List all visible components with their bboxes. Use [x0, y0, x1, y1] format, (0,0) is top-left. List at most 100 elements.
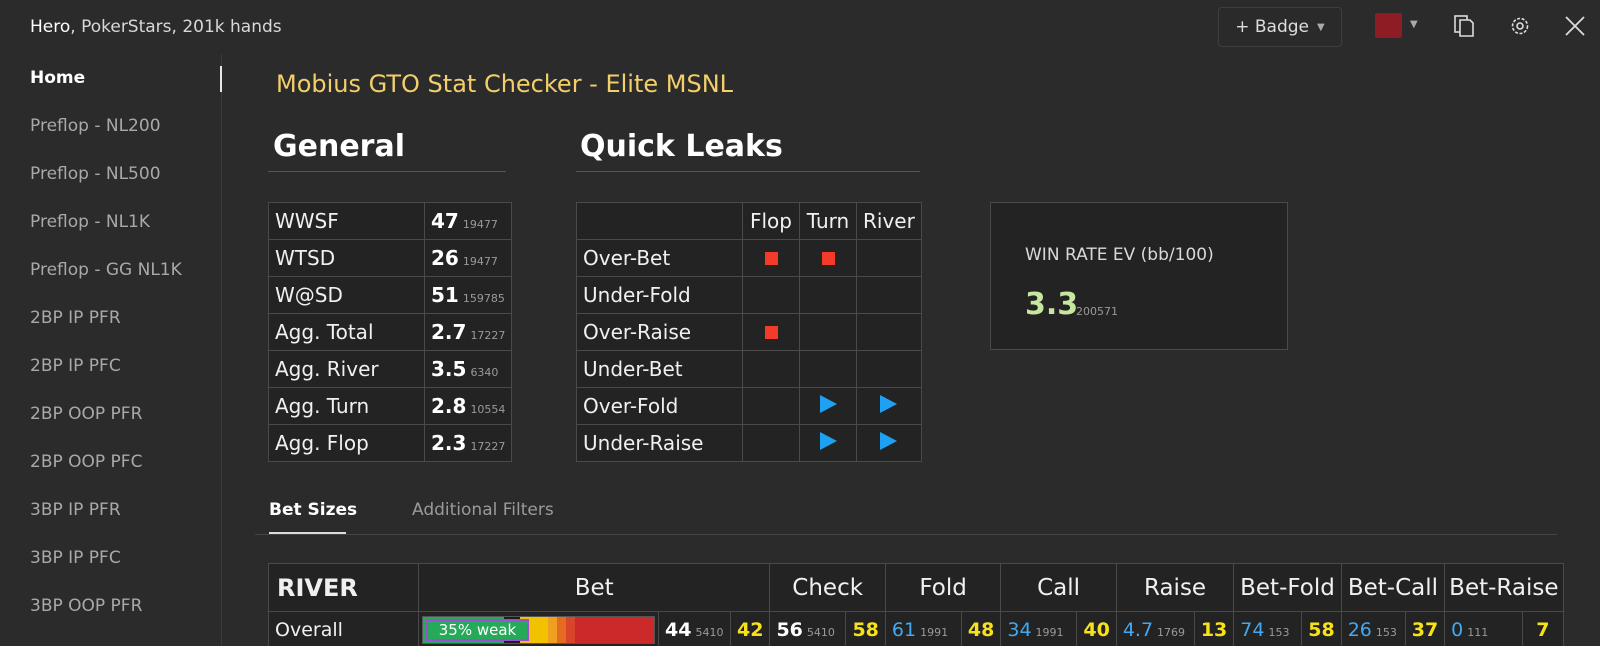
leak-cell [856, 276, 922, 314]
sidebar-item-3bp-ip-pfr[interactable]: 3BP IP PFR [30, 500, 121, 520]
column-header-check: Check [769, 563, 886, 612]
bet-fold-ref-cell: 58 [1301, 611, 1342, 646]
tab-bet-sizes[interactable]: Bet Sizes [269, 500, 357, 520]
tab-additional-filters[interactable]: Additional Filters [412, 500, 554, 520]
bet-call-value: 26 [1347, 618, 1372, 641]
general-heading: General [273, 129, 405, 164]
bet-segment-6 [575, 616, 654, 643]
color-picker-swatch[interactable] [1375, 13, 1402, 38]
stat-count: 17227 [470, 440, 506, 453]
check-count: 5410 [806, 625, 835, 639]
sidebar-item-2bp-ip-pfr[interactable]: 2BP IP PFR [30, 308, 121, 328]
stat-value-cell: 26 19477 [423, 239, 513, 277]
sidebar-item-preflop-nl500[interactable]: Preflop - NL500 [30, 164, 161, 184]
bet-segment-4 [556, 616, 567, 643]
stat-label: Agg. Total [268, 313, 425, 351]
table-row: Agg. Total 2.7 17227 [268, 313, 513, 351]
stat-value: 47 [431, 209, 459, 233]
leak-cell [799, 239, 857, 277]
bet-raise-value: 0 [1451, 618, 1464, 641]
stat-value-cell: 3.5 6340 [423, 350, 513, 388]
leak-label: Under-Fold [576, 276, 743, 314]
table-row: Under-Bet [576, 350, 922, 388]
leak-cell [799, 313, 857, 351]
raise-ref: 13 [1200, 618, 1228, 641]
stat-count: 19477 [462, 218, 498, 231]
stat-value-cell: 2.8 10554 [423, 387, 513, 425]
check-value-cell: 56 5410 [769, 611, 847, 646]
bet-ref-cell: 42 [729, 611, 771, 646]
column-header-call: Call [1000, 563, 1117, 612]
stat-value-cell: 2.7 17227 [423, 313, 513, 351]
table-header-row: Flop Turn River [576, 202, 922, 240]
weak-percentage-label: 35% weak [426, 618, 529, 641]
stat-value: 26 [431, 246, 459, 270]
close-icon[interactable] [1562, 13, 1588, 39]
stat-value-cell: 47 19477 [423, 202, 513, 240]
window-title: Hero, PokerStars, 201k hands [30, 17, 282, 37]
leak-cell [742, 424, 800, 462]
fold-count: 1991 [920, 625, 949, 639]
bet-raise-value-cell: 0 111 [1444, 611, 1524, 646]
sidebar-item-3bp-ip-pfc[interactable]: 3BP IP PFC [30, 548, 121, 568]
leak-cell [742, 387, 800, 425]
leak-cell [856, 424, 922, 462]
column-header-turn: Turn [799, 202, 857, 240]
bet-call-value-cell: 26 153 [1340, 611, 1406, 646]
bet-fold-value: 74 [1240, 618, 1265, 641]
general-heading-rule [268, 171, 506, 172]
sidebar-item-preflop-nl1k[interactable]: Preflop - NL1K [30, 212, 150, 232]
bet-raise-ref-cell: 7 [1522, 611, 1564, 646]
sidebar-item-2bp-oop-pfc[interactable]: 2BP OOP PFC [30, 452, 142, 472]
stat-value-cell: 51 159785 [423, 276, 513, 314]
bet-distribution-bar: 35% weak [422, 615, 655, 644]
win-rate-label: WIN RATE EV (bb/100) [1025, 245, 1214, 265]
sidebar-item-home[interactable]: Home [30, 68, 85, 88]
raise-count: 1769 [1157, 625, 1186, 639]
sidebar-item-3bp-oop-pfr[interactable]: 3BP OOP PFR [30, 596, 142, 616]
call-value: 34 [1007, 618, 1032, 641]
copy-icon[interactable] [1451, 13, 1477, 39]
color-chevron-down-icon[interactable]: ▼ [1410, 19, 1418, 30]
blue-arrow-icon [819, 432, 837, 450]
sidebar: Home Preflop - NL200 Preflop - NL500 Pre… [0, 54, 222, 646]
bet-call-ref: 37 [1411, 618, 1439, 641]
leak-cell [742, 276, 800, 314]
bet-ref: 42 [737, 618, 764, 641]
hero-name: Hero [30, 17, 71, 37]
fold-ref-cell: 48 [960, 611, 1002, 646]
sidebar-divider [221, 54, 222, 646]
stat-label: Agg. Turn [268, 387, 425, 425]
stat-count: 17227 [470, 329, 506, 342]
leak-cell [799, 276, 857, 314]
blue-arrow-icon [880, 432, 898, 450]
sidebar-item-preflop-gg-nl1k[interactable]: Preflop - GG NL1K [30, 260, 182, 280]
add-badge-button[interactable]: + Badge ▼ [1218, 7, 1342, 47]
stat-value-cell: 2.3 17227 [423, 424, 513, 462]
stat-count: 19477 [462, 255, 498, 268]
bet-raise-ref: 7 [1536, 618, 1550, 641]
gear-icon[interactable] [1507, 13, 1533, 39]
quick-leaks-table: Flop Turn River Over-Bet Under-Fold Over… [576, 202, 922, 462]
check-ref: 58 [852, 618, 879, 641]
bet-call-count: 153 [1375, 625, 1397, 639]
bet-value-cell: 44 5410 [658, 611, 731, 646]
leak-label: Under-Raise [576, 424, 743, 462]
general-stats-table: WWSF 47 19477 WTSD 26 19477 W@SD 51 159785 … [268, 202, 513, 462]
header-blank [576, 202, 743, 240]
sidebar-item-2bp-oop-pfr[interactable]: 2BP OOP PFR [30, 404, 142, 424]
leak-label: Under-Bet [576, 350, 743, 388]
bet-segment-3 [547, 616, 557, 643]
leak-cell [799, 387, 857, 425]
column-header-flop: Flop [742, 202, 800, 240]
page-title: Mobius GTO Stat Checker - Elite MSNL [276, 70, 734, 98]
leak-label: Over-Bet [576, 239, 743, 277]
bet-count: 5410 [695, 625, 724, 639]
bet-call-ref-cell: 37 [1404, 611, 1446, 646]
leak-label: Over-Fold [576, 387, 743, 425]
sidebar-item-2bp-ip-pfc[interactable]: 2BP IP PFC [30, 356, 121, 376]
tabs-divider [255, 534, 1557, 535]
leak-cell [856, 239, 922, 277]
bet-value: 44 [665, 618, 692, 641]
sidebar-item-preflop-nl200[interactable]: Preflop - NL200 [30, 116, 161, 136]
